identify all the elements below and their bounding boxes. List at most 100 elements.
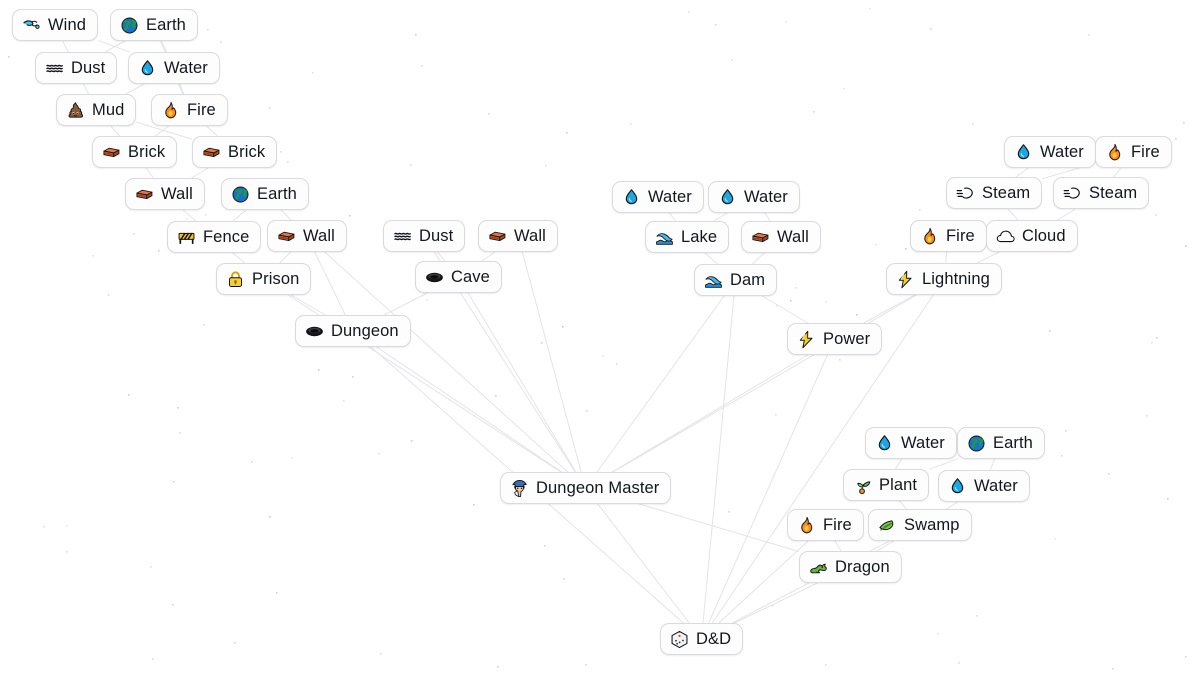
element-node-dust[interactable]: Dust xyxy=(35,52,118,84)
element-node-water[interactable]: Water xyxy=(1004,136,1096,168)
element-node-label: Dungeon xyxy=(331,321,399,340)
element-node-dungeon[interactable]: Dungeon xyxy=(295,315,411,347)
element-node-label: Wall xyxy=(161,184,193,203)
element-node-fire[interactable]: Fire xyxy=(151,94,228,126)
element-node-label: Brick xyxy=(128,142,166,161)
element-node-fire[interactable]: Fire xyxy=(910,220,987,252)
element-node-label: Earth xyxy=(993,433,1033,452)
element-node-label: Earth xyxy=(257,184,297,203)
element-node-water[interactable]: Water xyxy=(612,181,704,213)
element-node-wall[interactable]: Wall xyxy=(478,220,558,252)
element-node-label: Wind xyxy=(48,15,86,34)
element-node-water[interactable]: Water xyxy=(938,470,1030,502)
element-node-cave[interactable]: Cave xyxy=(415,261,502,293)
die-icon xyxy=(670,630,689,649)
element-node-steam[interactable]: Steam xyxy=(1053,177,1150,209)
element-node-label: Water xyxy=(164,58,208,77)
element-node-fire[interactable]: Fire xyxy=(1095,136,1172,168)
dust-icon xyxy=(45,59,64,78)
element-node-dungeon-master[interactable]: Dungeon Master xyxy=(500,472,672,504)
bolt-icon xyxy=(797,330,816,349)
element-node-label: Dust xyxy=(419,226,454,245)
water-icon xyxy=(1014,143,1033,162)
element-node-label: Wall xyxy=(303,226,335,245)
earth-icon xyxy=(231,185,250,204)
element-node-wall[interactable]: Wall xyxy=(125,178,205,210)
steam-icon xyxy=(1063,184,1082,203)
element-node-label: Dust xyxy=(71,58,106,77)
element-node-cloud[interactable]: Cloud xyxy=(986,220,1078,252)
element-node-wind[interactable]: Wind xyxy=(12,9,98,41)
element-node-label: Dungeon Master xyxy=(536,478,660,497)
lock-icon xyxy=(226,270,245,289)
element-node-label: Wall xyxy=(514,226,546,245)
mage-icon xyxy=(510,479,529,498)
element-node-label: Cloud xyxy=(1022,226,1066,245)
bolt-icon xyxy=(896,270,915,289)
element-node-water[interactable]: Water xyxy=(708,181,800,213)
element-node-label: Brick xyxy=(228,142,266,161)
element-node-swamp[interactable]: Swamp xyxy=(868,509,972,541)
brick-icon xyxy=(751,228,770,247)
element-node-dust[interactable]: Dust xyxy=(383,220,466,252)
brick-icon xyxy=(488,227,507,246)
element-node-lightning[interactable]: Lightning xyxy=(886,263,1002,295)
fire-icon xyxy=(920,227,939,246)
element-node-label: Prison xyxy=(252,269,300,288)
element-node-label: Dragon xyxy=(835,557,890,576)
fire-icon xyxy=(1105,143,1124,162)
fire-icon xyxy=(161,101,180,120)
element-node-dam[interactable]: Dam xyxy=(694,264,778,296)
element-node-label: Cave xyxy=(451,267,490,286)
earth-icon xyxy=(120,16,139,35)
earth-icon xyxy=(967,434,986,453)
element-node-label: Steam xyxy=(982,183,1031,202)
element-node-earth[interactable]: Earth xyxy=(221,178,309,210)
water-icon xyxy=(138,59,157,78)
element-node-label: Mud xyxy=(92,100,125,119)
cloud-icon xyxy=(996,227,1015,246)
element-node-label: Water xyxy=(648,187,692,206)
brick-icon xyxy=(277,227,296,246)
steam-icon xyxy=(956,184,975,203)
element-node-fence[interactable]: Fence xyxy=(167,221,262,253)
water-icon xyxy=(622,188,641,207)
element-node-label: Fire xyxy=(946,226,975,245)
element-node-label: Water xyxy=(901,433,945,452)
crafting-graph-canvas[interactable]: Wind Earth Dust Water Mud Fire Brick Brick Wall E… xyxy=(0,0,1200,675)
swamp-icon xyxy=(878,516,897,535)
brick-icon xyxy=(135,185,154,204)
hole-icon xyxy=(305,322,324,341)
element-node-label: Fire xyxy=(1131,142,1160,161)
element-node-lake[interactable]: Lake xyxy=(645,221,730,253)
hole-icon xyxy=(425,268,444,287)
element-node-plant[interactable]: Plant xyxy=(843,469,930,501)
element-node-label: Water xyxy=(974,476,1018,495)
element-node-fire[interactable]: Fire xyxy=(787,509,864,541)
element-node-layer: Wind Earth Dust Water Mud Fire Brick Brick Wall E… xyxy=(0,0,1200,675)
plant-icon xyxy=(853,476,872,495)
element-node-prison[interactable]: Prison xyxy=(216,263,312,295)
element-node-brick[interactable]: Brick xyxy=(192,136,278,168)
element-node-label: Wall xyxy=(777,227,809,246)
element-node-water[interactable]: Water xyxy=(128,52,220,84)
element-node-mud[interactable]: Mud xyxy=(56,94,137,126)
element-node-power[interactable]: Power xyxy=(787,323,883,355)
element-node-wall[interactable]: Wall xyxy=(741,221,821,253)
element-node-label: Swamp xyxy=(904,515,960,534)
wind-icon xyxy=(22,16,41,35)
element-node-steam[interactable]: Steam xyxy=(946,177,1043,209)
element-node-water[interactable]: Water xyxy=(865,427,957,459)
element-node-dragon[interactable]: Dragon xyxy=(799,551,902,583)
brick-icon xyxy=(102,143,121,162)
element-node-brick[interactable]: Brick xyxy=(92,136,178,168)
element-node-label: Power xyxy=(823,329,871,348)
element-node-wall[interactable]: Wall xyxy=(267,220,347,252)
wave-icon xyxy=(704,271,723,290)
wave-icon xyxy=(655,228,674,247)
element-node-earth[interactable]: Earth xyxy=(110,9,198,41)
element-node-label: Lake xyxy=(681,227,718,246)
element-node-d-d[interactable]: D&D xyxy=(660,623,744,655)
dust-icon xyxy=(393,227,412,246)
element-node-earth[interactable]: Earth xyxy=(957,427,1045,459)
